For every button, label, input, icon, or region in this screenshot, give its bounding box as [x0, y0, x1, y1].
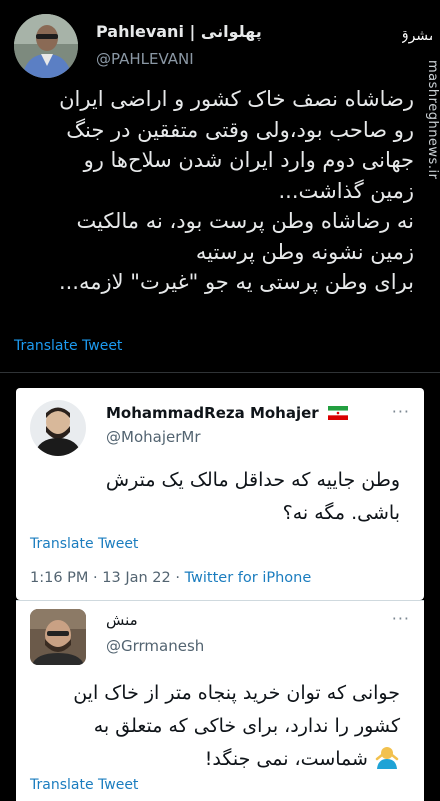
divider — [0, 372, 440, 373]
avatar[interactable] — [14, 14, 78, 78]
tweet-line: جوانی که توان خرید پنجاه متر از خاک این — [73, 682, 400, 704]
separator-dot: · — [175, 570, 185, 586]
tweet-line: رضاشاه نصف خاک کشور و اراضی ایران — [59, 87, 414, 111]
separator-dot: · — [93, 570, 103, 586]
tweet-text: جوانی که توان خرید پنجاه متر از خاک این … — [30, 677, 400, 780]
tweet-line: نه رضاشاه وطن پرست بود، نه مالکیت — [76, 209, 414, 233]
display-name-text: MohammadReza Mohajer — [106, 404, 319, 422]
tweet-line: باشی. مگه نه؟ — [282, 502, 400, 524]
tweet-line: زمین نشونه وطن پرستیه — [195, 239, 414, 264]
quoted-tweet-card[interactable]: منش @Grrmanesh ··· جوانی که توان خرید پن… — [16, 600, 424, 801]
display-name[interactable]: Pahlevani | پهلوانی — [96, 22, 262, 41]
quoted-tweet-card[interactable]: MohammadReza Mohajer @MohajerMr ··· وطن … — [16, 388, 424, 600]
tweet-line: جهانی دوم وارد ایران شدن سلاح‌ها رو — [83, 148, 414, 172]
main-tweet: Pahlevani | پهلوانی @PAHLEVANI مشرق mash… — [0, 0, 440, 370]
more-options-icon[interactable]: ··· — [392, 402, 410, 421]
tweet-text: وطن جاییه که حداقل مالک یک مترش باشی. مگ… — [30, 464, 400, 530]
user-handle[interactable]: @MohajerMr — [106, 428, 201, 446]
tweet-line: رو صاحب بود،ولی وقتی متفقین در جنگ — [66, 117, 414, 142]
tweet-line: برای وطن پرستی یه جو "غیرت" لازمه... — [58, 270, 414, 294]
tweet-time[interactable]: 1:16 PM — [30, 570, 88, 586]
tweet-line: زمین گذاشت... — [278, 178, 415, 203]
user-handle[interactable]: @Grrmanesh — [106, 637, 204, 655]
translate-tweet-link[interactable]: Translate Tweet — [30, 777, 138, 793]
iran-flag-icon — [327, 406, 348, 424]
tweet-line-text: شماست، نمی جنگد! — [204, 748, 368, 770]
display-name[interactable]: MohammadReza Mohajer — [106, 404, 348, 424]
more-options-icon[interactable]: ··· — [392, 609, 410, 628]
translate-tweet-link[interactable]: Translate Tweet — [30, 536, 138, 552]
user-handle[interactable]: @PAHLEVANI — [96, 50, 194, 68]
tweet-text: رضاشاه نصف خاک کشور و اراضی ایران رو صاح… — [14, 84, 414, 298]
avatar[interactable] — [30, 400, 86, 456]
mashregh-logo: مشرق — [398, 10, 437, 58]
site-watermark: mashreghnews.ir — [425, 60, 440, 180]
translate-tweet-link[interactable]: Translate Tweet — [14, 338, 122, 354]
tweet-date[interactable]: 13 Jan 22 — [102, 570, 170, 586]
tweet-line: وطن جاییه که حداقل مالک یک مترش — [105, 469, 400, 491]
tweet-line: کشور را ندارد، برای خاکی که متعلق به — [93, 715, 400, 737]
logo-text: مشرق — [402, 28, 432, 44]
tweet-timestamp: 1:16 PM · 13 Jan 22 · Twitter for iPhone — [30, 570, 311, 586]
tweet-line: شماست، نمی جنگد! — [30, 743, 400, 780]
avatar[interactable] — [30, 609, 86, 665]
tweet-source-link[interactable]: Twitter for iPhone — [185, 570, 312, 586]
shrug-emoji-icon — [374, 745, 400, 780]
display-name[interactable]: منش — [106, 611, 138, 629]
